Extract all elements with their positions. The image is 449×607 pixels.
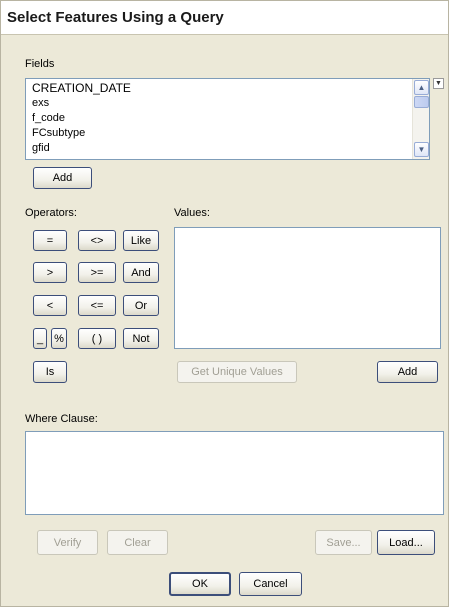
operator-percent-button[interactable]: % — [51, 328, 67, 349]
fields-list[interactable]: CREATION_DATE exs f_code FCsubtype gfid … — [25, 78, 430, 160]
fields-scrollbar[interactable]: ▲ ▼ — [412, 79, 429, 159]
title-bar: Select Features Using a Query — [1, 1, 448, 35]
field-item[interactable]: CREATION_DATE — [32, 81, 131, 96]
values-add-button[interactable]: Add — [377, 361, 438, 383]
operator-underscore-button[interactable]: _ — [33, 328, 47, 349]
operator-is-button[interactable]: Is — [33, 361, 67, 383]
operator-less-equal-button[interactable]: <= — [78, 295, 116, 316]
get-unique-values-button[interactable]: Get Unique Values — [177, 361, 297, 383]
clear-button[interactable]: Clear — [107, 530, 168, 555]
load-button[interactable]: Load... — [377, 530, 435, 555]
save-button[interactable]: Save... — [315, 530, 372, 555]
operator-and-button[interactable]: And — [123, 262, 159, 283]
operator-not-equal-button[interactable]: <> — [78, 230, 116, 251]
values-label: Values: — [174, 207, 210, 219]
values-list[interactable] — [174, 227, 441, 349]
where-clause-input[interactable] — [25, 431, 444, 515]
where-clause-label: Where Clause: — [25, 413, 98, 425]
dialog-title: Select Features Using a Query — [7, 9, 224, 26]
field-item[interactable]: exs — [32, 96, 131, 111]
operator-parentheses-button[interactable]: ( ) — [78, 328, 116, 349]
operator-greater-equal-button[interactable]: >= — [78, 262, 116, 283]
fields-label: Fields — [25, 58, 55, 70]
operators-label: Operators: — [25, 207, 77, 219]
field-item[interactable]: gfid — [32, 141, 131, 156]
operator-not-button[interactable]: Not — [123, 328, 159, 349]
operator-like-button[interactable]: Like — [123, 230, 159, 251]
verify-button[interactable]: Verify — [37, 530, 98, 555]
cancel-button[interactable]: Cancel — [239, 572, 302, 596]
ok-button[interactable]: OK — [169, 572, 231, 596]
query-dialog: Select Features Using a Query Fields CRE… — [0, 0, 449, 607]
chevron-down-icon[interactable]: ▼ — [433, 78, 444, 89]
field-item[interactable]: FCsubtype — [32, 126, 131, 141]
operator-or-button[interactable]: Or — [123, 295, 159, 316]
operator-greater-button[interactable]: > — [33, 262, 67, 283]
field-item[interactable]: f_code — [32, 111, 131, 126]
operator-less-button[interactable]: < — [33, 295, 67, 316]
fields-add-button[interactable]: Add — [33, 167, 92, 189]
scroll-up-icon[interactable]: ▲ — [414, 80, 429, 95]
scroll-down-icon[interactable]: ▼ — [414, 142, 429, 157]
scroll-thumb[interactable] — [414, 96, 429, 108]
operator-equals-button[interactable]: = — [33, 230, 67, 251]
